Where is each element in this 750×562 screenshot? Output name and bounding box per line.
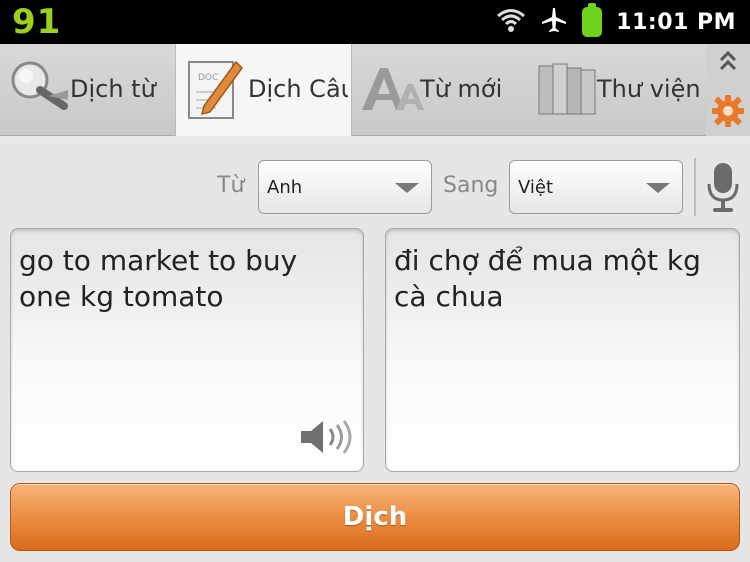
gear-icon[interactable] <box>711 94 745 132</box>
svg-text:DOC: DOC <box>198 73 218 83</box>
translate-button-label: Dịch <box>342 502 408 532</box>
side-controls <box>706 44 750 136</box>
magnifier-icon <box>8 58 70 124</box>
chevron-down-icon <box>395 183 419 193</box>
tab-tu-moi[interactable]: Từ mới <box>352 44 527 136</box>
chevron-down-icon <box>646 183 670 193</box>
translated-text: đi chợ để mua một kg cà chua <box>394 244 701 313</box>
books-icon <box>537 60 601 122</box>
clock: 11:01 PM <box>616 9 736 35</box>
from-language-value: Anh <box>267 177 303 198</box>
status-icons: 11:01 PM <box>496 0 736 44</box>
document-pencil-icon: DOC <box>186 56 244 126</box>
double-chevron-up-icon[interactable] <box>717 48 739 78</box>
tab-dich-cau[interactable]: DOC Dịch Câu <box>175 44 352 136</box>
to-label: Sang <box>443 173 499 198</box>
speaker-icon[interactable] <box>297 417 357 461</box>
tab-thu-vien[interactable]: Thư viện <box>527 44 707 136</box>
microphone-icon[interactable] <box>705 160 741 218</box>
to-language-value: Việt <box>518 177 554 198</box>
airplane-icon <box>540 6 568 38</box>
font-aa-icon <box>358 64 424 118</box>
from-language-select[interactable]: Anh <box>258 160 432 214</box>
wifi-icon <box>496 7 526 37</box>
translated-text-output[interactable]: đi chợ để mua một kg cà chua <box>385 228 740 472</box>
to-language-select[interactable]: Việt <box>509 160 683 214</box>
battery-icon <box>582 3 603 37</box>
notification-count: 91 <box>12 2 62 42</box>
divider <box>694 158 696 216</box>
tab-label: Dịch từ <box>70 75 156 103</box>
from-label: Từ <box>217 173 245 198</box>
source-text-input[interactable]: go to market to buy one kg tomato <box>10 228 364 472</box>
translate-button[interactable]: Dịch <box>10 483 740 551</box>
tab-label: Từ mới <box>420 75 503 103</box>
tab-label: Dịch Câu <box>248 75 348 103</box>
status-bar: 91 11:01 PM <box>0 0 750 44</box>
source-text: go to market to buy one kg tomato <box>19 244 298 313</box>
tab-bar: Dịch từ DOC Dịch Câu Từ mới Thư viện <box>0 44 750 136</box>
tab-dich-tu[interactable]: Dịch từ <box>0 44 175 136</box>
tab-label: Thư viện <box>597 75 701 103</box>
